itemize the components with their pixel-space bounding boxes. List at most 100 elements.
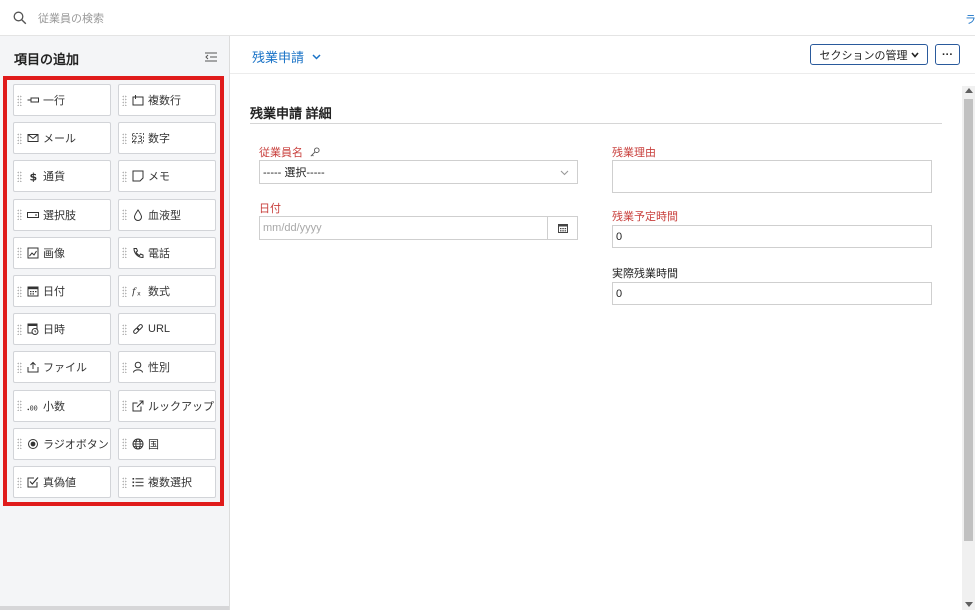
drag-handle-icon[interactable] xyxy=(17,209,22,221)
memo-icon xyxy=(132,170,144,182)
drag-handle-icon[interactable] xyxy=(17,476,22,488)
checkbox-icon xyxy=(27,476,39,488)
overtime-reason-textarea[interactable] xyxy=(612,160,932,193)
drag-handle-icon[interactable] xyxy=(17,438,22,450)
dropdown-icon xyxy=(27,209,39,221)
drag-handle-icon[interactable] xyxy=(122,247,127,259)
drag-handle-icon[interactable] xyxy=(17,323,22,335)
field-type-button[interactable]: 一行 xyxy=(13,84,111,116)
drag-handle-icon[interactable] xyxy=(17,400,22,412)
field-type-label: メール xyxy=(43,133,76,146)
field-type-label: 一行 xyxy=(43,95,65,107)
multi-select-icon xyxy=(132,476,144,488)
drag-handle-icon[interactable] xyxy=(122,476,127,488)
employee-select[interactable]: ----- 選択----- xyxy=(259,160,578,184)
field-type-button[interactable]: URL xyxy=(118,313,216,346)
scroll-thumb[interactable] xyxy=(964,99,973,541)
field-type-label: ファイル xyxy=(43,362,87,375)
overtime-reason-label: 残業理由 xyxy=(612,147,656,159)
person-icon xyxy=(132,361,144,374)
date-field xyxy=(259,216,578,240)
drag-handle-icon[interactable] xyxy=(122,94,127,106)
field-type-label: メモ xyxy=(148,171,170,184)
drag-handle-icon[interactable] xyxy=(122,400,127,412)
field-type-label: 選択肢 xyxy=(43,209,76,222)
currency-icon: $ xyxy=(27,170,39,183)
chevron-down-icon xyxy=(312,53,321,60)
drag-handle-icon[interactable] xyxy=(17,132,22,144)
field-type-label: 数字 xyxy=(148,133,170,146)
field-type-label: 性別 xyxy=(148,362,170,375)
form-name: 残業申請 xyxy=(252,50,305,65)
field-type-button[interactable]: メール xyxy=(13,122,111,155)
form-selector[interactable]: 残業申請 xyxy=(252,47,321,66)
actual-hours-input[interactable] xyxy=(612,282,932,305)
employee-search-input[interactable] xyxy=(38,9,638,29)
field-type-button[interactable]: 日付 xyxy=(13,275,111,307)
field-type-button[interactable]: 複数行 xyxy=(118,84,216,116)
field-type-label: 真偽値 xyxy=(43,477,76,489)
field-type-button[interactable]: 選択肢 xyxy=(13,198,111,231)
field-type-button[interactable]: 血液型 xyxy=(118,198,216,231)
field-type-button[interactable]: ラジオボタン xyxy=(13,427,111,460)
lookup-icon xyxy=(132,400,144,412)
single-line-icon xyxy=(27,94,39,106)
drag-handle-icon[interactable] xyxy=(122,170,127,182)
vertical-scrollbar[interactable] xyxy=(962,86,975,610)
drag-handle-icon[interactable] xyxy=(17,247,22,259)
drag-handle-icon[interactable] xyxy=(122,323,127,335)
field-type-button[interactable]: 国 xyxy=(118,427,216,460)
field-type-button[interactable]: 画像 xyxy=(13,236,111,269)
employee-name-label: 従業員名 xyxy=(259,144,320,160)
field-type-button[interactable]: $ 通貨 xyxy=(13,160,111,193)
field-type-button[interactable]: 00 小数 xyxy=(13,389,111,422)
upload-icon xyxy=(27,361,39,373)
employee-select-value: ----- 選択----- xyxy=(263,167,325,179)
svg-text:$: $ xyxy=(30,171,38,183)
date-input[interactable] xyxy=(260,217,548,239)
field-type-button[interactable]: 性別 xyxy=(118,351,216,384)
sidebar-header: 項目の追加 xyxy=(0,36,229,76)
drag-handle-icon[interactable] xyxy=(122,209,127,221)
field-type-label: 電話 xyxy=(148,247,170,260)
field-type-label: 通貨 xyxy=(43,171,65,184)
scroll-up-arrow-icon[interactable] xyxy=(965,88,973,93)
field-type-label: 血液型 xyxy=(148,209,181,222)
field-type-button[interactable]: f x 数式 xyxy=(118,275,216,307)
svg-text:x: x xyxy=(137,291,141,297)
planned-hours-input[interactable] xyxy=(612,225,932,248)
number-icon: 23 xyxy=(132,132,144,144)
more-options-button[interactable]: ··· xyxy=(935,44,960,65)
field-type-label: 日付 xyxy=(43,286,65,298)
field-type-button[interactable]: 複数選択 xyxy=(118,466,216,498)
field-type-label: 小数 xyxy=(43,400,65,413)
radio-icon xyxy=(27,438,39,450)
top-right-link[interactable]: ラ xyxy=(965,11,975,27)
add-field-sidebar: 項目の追加 一行 複数行メール 23 数字 $ 通貨 メモ選択肢 血液型画像 電話日付 f x 数式日… xyxy=(0,36,230,610)
collapse-panel-icon[interactable] xyxy=(205,52,217,62)
field-type-button[interactable]: ルックアップ xyxy=(118,389,216,422)
date-picker-button[interactable] xyxy=(547,217,577,239)
field-type-button[interactable]: 23 数字 xyxy=(118,122,216,155)
drag-handle-icon[interactable] xyxy=(122,285,127,297)
section-manage-button[interactable]: セクションの管理 xyxy=(810,44,928,65)
drag-handle-icon[interactable] xyxy=(122,132,127,144)
drag-handle-icon[interactable] xyxy=(122,438,127,450)
field-type-button[interactable]: メモ xyxy=(118,160,216,193)
drag-handle-icon[interactable] xyxy=(122,361,127,373)
chevron-down-icon xyxy=(560,170,569,176)
drag-handle-icon[interactable] xyxy=(17,170,22,182)
field-type-button[interactable]: ファイル xyxy=(13,351,111,384)
field-palette: 一行 複数行メール 23 数字 $ 通貨 メモ選択肢 血液型画像 電話日付 f x 数式 日時 URL ファ… xyxy=(3,76,224,506)
drag-handle-icon[interactable] xyxy=(17,285,22,297)
field-type-button[interactable]: 電話 xyxy=(118,236,216,269)
field-type-button[interactable]: 日時 xyxy=(13,313,111,346)
field-type-button[interactable]: 真偽値 xyxy=(13,466,111,498)
calendar-icon xyxy=(557,224,568,233)
formula-icon: fx xyxy=(132,285,144,297)
globe-icon xyxy=(132,438,144,450)
scroll-down-arrow-icon[interactable] xyxy=(965,602,973,607)
svg-text:f: f xyxy=(132,286,137,297)
drag-handle-icon[interactable] xyxy=(17,94,22,106)
drag-handle-icon[interactable] xyxy=(17,361,22,373)
